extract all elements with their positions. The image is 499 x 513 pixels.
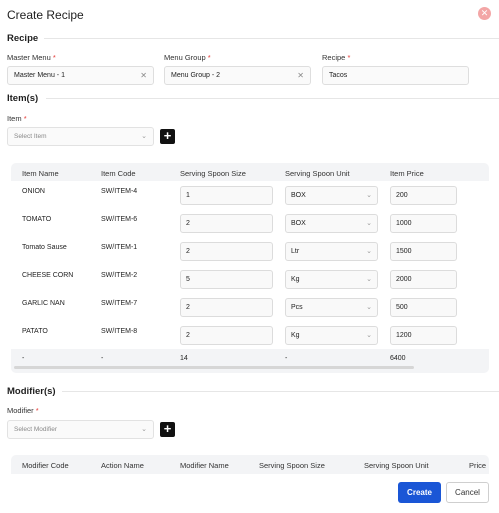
cancel-button[interactable]: Cancel (446, 482, 489, 503)
close-icon[interactable]: ✕ (478, 7, 491, 20)
item-name: TOMATO (22, 216, 52, 223)
clear-icon[interactable]: ✕ (297, 67, 304, 84)
serving-spoon-unit-value: Kg (291, 276, 300, 283)
serving-spoon-unit-select[interactable]: BOX ⌄ (285, 214, 378, 233)
serving-spoon-unit-select[interactable]: Pcs ⌄ (285, 298, 378, 317)
chevron-down-icon: ⌄ (366, 192, 372, 199)
serving-spoon-size-input[interactable]: 1 (180, 186, 273, 205)
serving-spoon-unit-select[interactable]: BOX ⌄ (285, 186, 378, 205)
menu-group-field[interactable]: Menu Group - 2 ✕ (164, 66, 311, 85)
master-menu-label: Master Menu * (7, 53, 56, 62)
add-modifier-button[interactable]: + (160, 422, 175, 437)
modifier-header-cell: Modifier Name (180, 461, 229, 470)
serving-spoon-size-input[interactable]: 2 (180, 298, 273, 317)
item-code: SW/ITEM-1 (101, 244, 138, 251)
serving-spoon-unit-select[interactable]: Kg ⌄ (285, 326, 378, 345)
item-name: Tomato Sause (22, 244, 67, 251)
recipe-label: Recipe * (322, 53, 351, 62)
item-code: SW/ITEM-8 (101, 328, 138, 335)
totals-cell: - (285, 355, 288, 362)
serving-spoon-size-input[interactable]: 2 (180, 242, 273, 261)
serving-spoon-unit-select[interactable]: Kg ⌄ (285, 270, 378, 289)
modifier-header-cell: Serving Spoon Size (259, 461, 325, 470)
totals-cell: 14 (180, 355, 188, 362)
item-price-input[interactable]: 1500 (390, 242, 457, 261)
divider (46, 98, 499, 99)
chevron-down-icon: ⌄ (366, 220, 372, 227)
chevron-down-icon: ⌄ (141, 133, 147, 140)
modifier-header-cell: Action Name (101, 461, 144, 470)
menu-group-label: Menu Group * (164, 53, 211, 62)
item-select-placeholder: Select Item (14, 133, 47, 140)
modifiers-section-title: Modifier(s) (7, 386, 56, 397)
dialog-title: Create Recipe (7, 8, 84, 22)
item-name: ONION (22, 188, 45, 195)
items-header-cell: Item Code (101, 169, 136, 178)
item-code: SW/ITEM-4 (101, 188, 138, 195)
item-code: SW/ITEM-7 (101, 300, 138, 307)
plus-icon: + (163, 421, 172, 436)
divider (44, 38, 499, 39)
totals-cell: - (22, 355, 25, 362)
plus-icon: + (163, 128, 172, 143)
clear-icon[interactable]: ✕ (140, 67, 147, 84)
serving-spoon-unit-value: Pcs (291, 304, 303, 311)
items-header-cell: Item Price (390, 169, 424, 178)
serving-spoon-unit-value: BOX (291, 220, 306, 227)
modifier-select-placeholder: Select Modifier (14, 426, 57, 433)
serving-spoon-unit-select[interactable]: Ltr ⌄ (285, 242, 378, 261)
master-menu-value: Master Menu - 1 (14, 72, 65, 79)
create-button[interactable]: Create (398, 482, 441, 503)
recipe-field[interactable]: Tacos (322, 66, 469, 85)
item-select[interactable]: Select Item ⌄ (7, 127, 154, 146)
serving-spoon-unit-value: Kg (291, 332, 300, 339)
chevron-down-icon: ⌄ (366, 276, 372, 283)
serving-spoon-size-input[interactable]: 5 (180, 270, 273, 289)
item-price-input[interactable]: 1200 (390, 326, 457, 345)
modifier-header-cell: Serving Spoon Unit (364, 461, 429, 470)
divider (62, 391, 499, 392)
item-name: CHEESE CORN (22, 272, 74, 279)
chevron-down-icon: ⌄ (366, 248, 372, 255)
items-header-cell: Serving Spoon Unit (285, 169, 350, 178)
chevron-down-icon: ⌄ (141, 426, 147, 433)
totals-cell: 6400 (390, 355, 406, 362)
item-name: GARLIC NAN (22, 300, 65, 307)
items-header-cell: Item Name (22, 169, 59, 178)
serving-spoon-size-input[interactable]: 2 (180, 326, 273, 345)
modifier-label: Modifier * (7, 406, 39, 415)
items-section-title: Item(s) (7, 93, 39, 104)
add-item-button[interactable]: + (160, 129, 175, 144)
chevron-down-icon: ⌄ (366, 304, 372, 311)
item-label: Item * (7, 114, 27, 123)
item-name: PATATO (22, 328, 48, 335)
item-price-input[interactable]: 500 (390, 298, 457, 317)
item-price-input[interactable]: 1000 (390, 214, 457, 233)
serving-spoon-unit-value: BOX (291, 192, 306, 199)
serving-spoon-size-input[interactable]: 2 (180, 214, 273, 233)
master-menu-field[interactable]: Master Menu - 1 ✕ (7, 66, 154, 85)
item-price-input[interactable]: 2000 (390, 270, 457, 289)
recipe-value: Tacos (329, 72, 348, 79)
items-header-cell: Serving Spoon Size (180, 169, 246, 178)
menu-group-value: Menu Group - 2 (171, 72, 221, 79)
chevron-down-icon: ⌄ (366, 332, 372, 339)
item-code: SW/ITEM-2 (101, 272, 138, 279)
modifier-select[interactable]: Select Modifier ⌄ (7, 420, 154, 439)
horizontal-scrollbar[interactable] (14, 366, 414, 369)
modifier-header-cell: Price (469, 461, 487, 470)
modifier-header-cell: Modifier Code (22, 461, 69, 470)
totals-cell: - (101, 355, 104, 362)
item-price-input[interactable]: 200 (390, 186, 457, 205)
item-code: SW/ITEM-6 (101, 216, 138, 223)
serving-spoon-unit-value: Ltr (291, 248, 300, 255)
recipe-section-title: Recipe (7, 33, 39, 44)
